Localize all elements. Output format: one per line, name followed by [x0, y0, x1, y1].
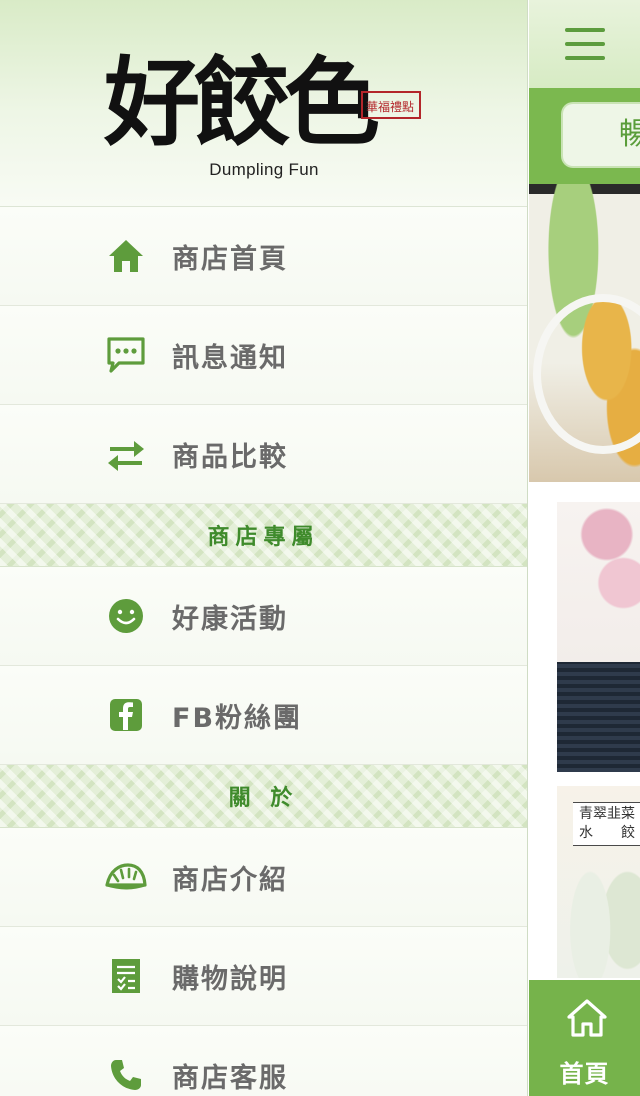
- menu-item-compare[interactable]: 商品比較: [0, 405, 527, 504]
- category-tab[interactable]: 暢: [561, 102, 640, 168]
- product-image-flowers[interactable]: [557, 502, 640, 772]
- facebook-icon: [102, 691, 150, 739]
- menu-item-label: 商品比較: [172, 441, 288, 473]
- menu-item-shopping-guide[interactable]: 購物說明: [0, 927, 527, 1026]
- menu-item-label: 商店介紹: [172, 864, 288, 896]
- section-title: 關 於: [228, 786, 299, 811]
- brand-subtitle: Dumpling Fun: [209, 160, 319, 179]
- category-bar: 暢: [529, 88, 640, 184]
- menu-item-customer-service[interactable]: 商店客服: [0, 1026, 527, 1096]
- menu-item-label: 商店首頁: [172, 243, 288, 275]
- menu-item-label: 商店客服: [172, 1062, 288, 1094]
- menu-item-store-home[interactable]: 商店首頁: [0, 207, 527, 306]
- bottom-nav-home-label: 首頁: [559, 1060, 610, 1088]
- menu-item-label: 好康活動: [172, 603, 288, 635]
- swap-arrows-icon: [102, 430, 150, 478]
- product-image-chive-dumplings[interactable]: 青翠韭菜 水 餃: [557, 786, 640, 978]
- product-tag-line1: 青翠韭菜: [579, 806, 635, 822]
- menu-item-promotions[interactable]: 好康活動: [0, 567, 527, 666]
- checklist-icon: [102, 952, 150, 1000]
- hamburger-menu-icon[interactable]: [565, 28, 605, 62]
- product-tag-line2: 水 餃: [579, 825, 635, 841]
- brand-seal-text: 華福禮點: [366, 99, 414, 114]
- bottom-nav-home[interactable]: 首頁: [529, 980, 640, 1096]
- menu-item-store-intro[interactable]: 商店介紹: [0, 828, 527, 927]
- section-header-about: 關 於: [0, 765, 527, 828]
- dumpling-icon: [102, 853, 150, 901]
- phone-icon: [102, 1051, 150, 1096]
- home-icon: [102, 232, 150, 280]
- menu-item-label: FB粉絲團: [172, 702, 303, 734]
- banner-image-dumplings[interactable]: [529, 184, 640, 482]
- brand-header: 好餃色 華福禮點 Dumpling Fun: [0, 0, 527, 207]
- section-title: 商店專屬: [207, 525, 320, 550]
- nav-drawer: 好餃色 華福禮點 Dumpling Fun 商店首頁 訊息通知 商品比較 商店專…: [0, 0, 528, 1096]
- brand-logo-text: 好餃色: [103, 46, 379, 152]
- section-header-store: 商店專屬: [0, 504, 527, 567]
- menu-item-notifications[interactable]: 訊息通知: [0, 306, 527, 405]
- brand-logo: 好餃色 華福禮點: [103, 46, 421, 152]
- menu-item-label: 購物說明: [172, 963, 288, 995]
- main-content-peek: 暢 青翠韭菜 水 餃 首頁: [529, 0, 640, 1096]
- home-icon: [567, 998, 607, 1042]
- chat-bubble-icon: [102, 331, 150, 379]
- top-bar: [529, 0, 640, 88]
- product-tag: 青翠韭菜 水 餃: [573, 802, 640, 846]
- smiley-icon: [102, 592, 150, 640]
- menu-item-label: 訊息通知: [172, 342, 288, 374]
- menu-item-facebook[interactable]: FB粉絲團: [0, 666, 527, 765]
